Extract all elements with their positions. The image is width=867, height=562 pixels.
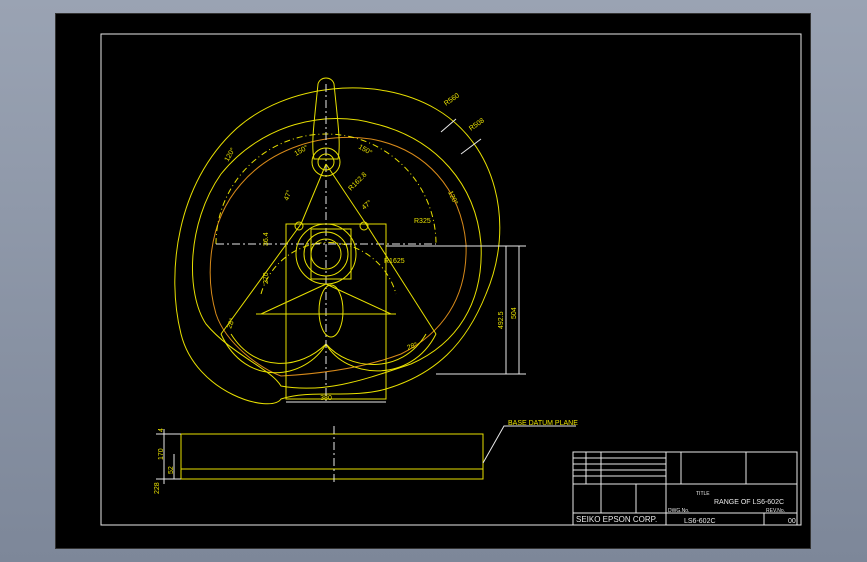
angle-line bbox=[365, 223, 437, 335]
plan-view: R560 R508 120° 120° 150° 150° 47° 47° R1… bbox=[174, 77, 526, 405]
company-name: SEIKO EPSON CORP. bbox=[576, 515, 657, 524]
base-datum-label: BASE DATUM PLANE bbox=[508, 420, 578, 427]
lower-link bbox=[318, 284, 344, 338]
dim-380: 380 bbox=[320, 395, 332, 402]
title-block: TITLE RANGE OF LS6-602C DWG.No. LS6-602C… bbox=[572, 451, 798, 526]
dim-4: 4 bbox=[158, 428, 165, 432]
drawing-sheet: R560 R508 120° 120° 150° 150° 47° 47° R1… bbox=[55, 13, 811, 549]
dim-angle: 47° bbox=[360, 198, 373, 211]
dwg-no-header: DWG.No. bbox=[668, 508, 689, 514]
leader bbox=[460, 138, 482, 155]
dim-r560: R560 bbox=[443, 92, 461, 107]
dim-r508: R508 bbox=[468, 117, 486, 132]
angle-line bbox=[325, 283, 392, 315]
dim-228: 228 bbox=[154, 482, 161, 494]
dim-angle: 28° bbox=[225, 317, 236, 330]
angle-line bbox=[260, 283, 327, 315]
center-arc-2 bbox=[260, 242, 397, 295]
leader bbox=[440, 118, 457, 133]
dwg-no: LS6-602C bbox=[684, 518, 716, 525]
dim-angle: 150° bbox=[357, 143, 374, 157]
inner-range-outline bbox=[209, 136, 467, 377]
angle-line bbox=[300, 163, 327, 225]
dim-angle: 28° bbox=[406, 341, 419, 352]
dim-angle: 150° bbox=[293, 143, 310, 157]
dim-angle: 120° bbox=[223, 146, 237, 163]
dim-364: 36.4 bbox=[263, 232, 270, 246]
rev-header: REV.No. bbox=[766, 508, 785, 514]
dim-270: 270 bbox=[263, 272, 270, 284]
base-center-rect bbox=[310, 228, 352, 280]
dim-angle: 120° bbox=[446, 189, 459, 206]
inner-lobes-2 bbox=[230, 333, 427, 365]
side-view-body bbox=[180, 433, 484, 480]
angle-line bbox=[325, 163, 367, 225]
angle-line bbox=[220, 223, 302, 335]
drawing-title: RANGE OF LS6-602C bbox=[714, 499, 784, 506]
dim-r1625: R1625 bbox=[384, 258, 405, 265]
dim-r325: R325 bbox=[414, 218, 431, 225]
dim-52: 52 bbox=[168, 466, 175, 474]
cad-drawing: R560 R508 120° 120° 150° 150° 47° 47° R1… bbox=[100, 33, 802, 526]
base-rect bbox=[285, 223, 387, 400]
base-datum-leader bbox=[482, 425, 576, 464]
drawing-border bbox=[100, 33, 802, 526]
dim-angle: 47° bbox=[282, 189, 293, 202]
side-view: 4 170 52 228 BASE DATUM PLANE bbox=[154, 420, 578, 494]
rev-no: 00 bbox=[788, 518, 796, 525]
dim-504: 504 bbox=[511, 307, 518, 319]
dim-4925: 492.5 bbox=[498, 311, 505, 329]
title-header: TITLE bbox=[696, 491, 710, 497]
dim-170: 170 bbox=[158, 448, 165, 460]
dim-r1628: R162.8 bbox=[347, 171, 368, 192]
